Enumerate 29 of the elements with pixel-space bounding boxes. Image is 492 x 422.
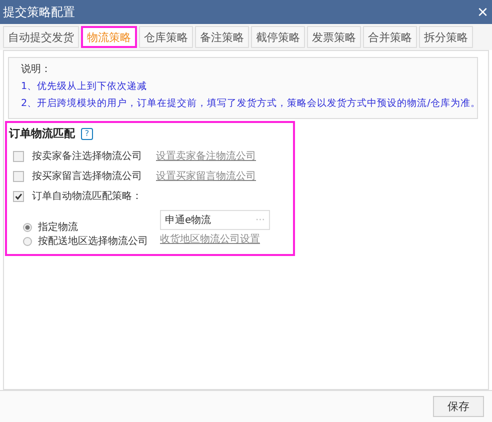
settings-link[interactable]: 设置买家留言物流公司: [156, 169, 256, 183]
note-text: 2、开启跨境模块的用户，订单在提交前，填写了发货方式，策略会以发货方式中预设的物流/仓库为准。: [21, 97, 480, 110]
radio-label: 按配送地区选择物流公司: [38, 234, 148, 248]
tab[interactable]: 拆分策略: [419, 26, 473, 48]
radio-button[interactable]: [23, 236, 32, 246]
notes-heading: 说明：: [21, 63, 52, 76]
checkbox[interactable]: [13, 150, 24, 162]
tab[interactable]: 发票策略: [307, 26, 361, 48]
help-icon[interactable]: ?: [81, 128, 93, 140]
logistics-field[interactable]: 申通e物流 ···: [160, 210, 270, 230]
save-button[interactable]: 保存: [433, 396, 484, 417]
tab[interactable]: 备注策略: [195, 26, 249, 48]
option-label: 按卖家备注选择物流公司: [32, 150, 142, 163]
close-button[interactable]: ×: [477, 3, 488, 21]
section-title: 订单物流匹配: [9, 126, 75, 141]
window-title: 提交策略配置: [3, 4, 75, 20]
region-settings-link[interactable]: 收货地区物流公司设置: [160, 232, 270, 246]
settings-link[interactable]: 设置卖家备注物流公司: [156, 149, 256, 163]
note-text: 1、优先级从上到下依次递减: [21, 80, 148, 93]
checkbox[interactable]: [13, 170, 24, 182]
checkbox[interactable]: [13, 190, 24, 202]
radio-button[interactable]: [23, 222, 32, 232]
tab[interactable]: 自动提交发货: [3, 26, 79, 48]
tab[interactable]: 截停策略: [251, 26, 305, 48]
tab[interactable]: 仓库策略: [139, 26, 193, 48]
option-label: 订单自动物流匹配策略：: [32, 190, 142, 203]
tab[interactable]: 合并策略: [363, 26, 417, 48]
radio-label: 指定物流: [38, 220, 78, 234]
option-label: 按买家留言选择物流公司: [32, 170, 142, 183]
